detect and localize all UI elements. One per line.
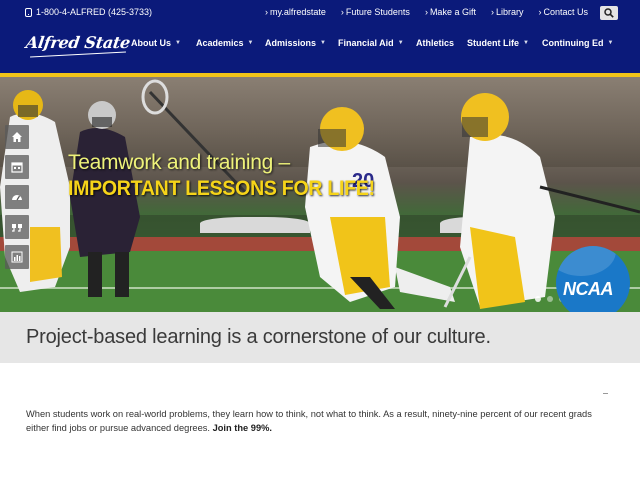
ncaa-badge-text: NCAA — [563, 279, 614, 299]
quicklink-calendar[interactable] — [5, 155, 29, 179]
quicklink-stats[interactable] — [5, 245, 29, 269]
slider-dot[interactable] — [547, 296, 553, 302]
logo-swoosh — [30, 51, 126, 58]
nav-athletics[interactable]: Athletics — [416, 38, 454, 48]
hero-caption-line1: Teamwork and training – — [68, 151, 290, 174]
nav-continuing-ed[interactable]: Continuing Ed ▼ — [542, 38, 613, 48]
utility-links: › my.alfredstate › Future Students › Make a… — [265, 7, 588, 17]
search-button[interactable] — [600, 6, 618, 20]
utility-bar: 1-800-4-ALFRED (425-3733) › my.alfredstat… — [0, 0, 640, 26]
intro-text: When students work on real-world problem… — [26, 409, 592, 433]
caret-down-icon: ▼ — [607, 40, 614, 46]
calendar-icon — [11, 162, 23, 173]
caret-down-icon: ▼ — [247, 40, 254, 46]
main-nav: About Us ▼ Academics ▼ Admissions ▼ Financi… — [0, 38, 640, 52]
quick-links-rail — [5, 125, 29, 275]
quicklink-quote[interactable] — [5, 215, 29, 239]
util-link-contact-us[interactable]: › Contact Us — [538, 7, 588, 17]
join-link[interactable]: Join the 99%. — [213, 423, 272, 433]
ncaa-badge[interactable]: NCAA — [556, 246, 630, 320]
phone-number: 1-800-4-ALFRED (425-3733) — [36, 7, 153, 17]
search-icon — [604, 8, 614, 18]
nav-financial-aid[interactable]: Financial Aid ▼ — [338, 38, 404, 48]
util-link-library[interactable]: › Library — [491, 7, 524, 17]
tagline: Project-based learning is a cornerstone … — [26, 326, 491, 348]
divider-mark — [603, 393, 608, 394]
phone-link[interactable]: 1-800-4-ALFRED (425-3733) — [25, 7, 152, 17]
caret-down-icon: ▼ — [175, 40, 181, 46]
util-link-myalfredstate[interactable]: › my.alfredstate — [265, 7, 326, 17]
bar-chart-icon — [11, 251, 23, 263]
hero-caption-line2: IMPORTANT LESSONS FOR LIFE! — [68, 177, 375, 200]
hero-slider[interactable]: 20 Teamwork and training – IMPORTANT LES… — [0, 77, 640, 312]
tagline-band: Project-based learning is a cornerstone … — [0, 312, 640, 363]
nav-about-us[interactable]: About Us ▼ — [131, 38, 181, 48]
caret-down-icon: ▼ — [320, 40, 326, 46]
quote-icon — [12, 224, 22, 232]
caret-down-icon: ▼ — [397, 40, 404, 46]
util-link-make-a-gift[interactable]: › Make a Gift — [425, 7, 476, 17]
nav-student-life[interactable]: Student Life ▼ — [467, 38, 529, 48]
intro-paragraph: When students work on real-world problem… — [26, 407, 616, 435]
home-icon — [12, 132, 22, 142]
util-link-future-students[interactable]: › Future Students — [341, 7, 410, 17]
phone-icon — [25, 7, 32, 17]
caret-down-icon: ▼ — [523, 40, 529, 46]
hero-caption: Teamwork and training – IMPORTANT LESSON… — [68, 151, 398, 201]
ncaa-badge-shine — [556, 246, 616, 276]
site-header: 1-800-4-ALFRED (425-3733) › my.alfredstat… — [0, 0, 640, 77]
quicklink-home[interactable] — [5, 125, 29, 149]
slider-dot-active[interactable] — [535, 296, 541, 302]
quicklink-dashboard[interactable] — [5, 185, 29, 209]
nav-admissions[interactable]: Admissions ▼ — [265, 38, 326, 48]
nav-academics[interactable]: Academics ▼ — [196, 38, 253, 48]
dashboard-icon — [12, 195, 22, 201]
